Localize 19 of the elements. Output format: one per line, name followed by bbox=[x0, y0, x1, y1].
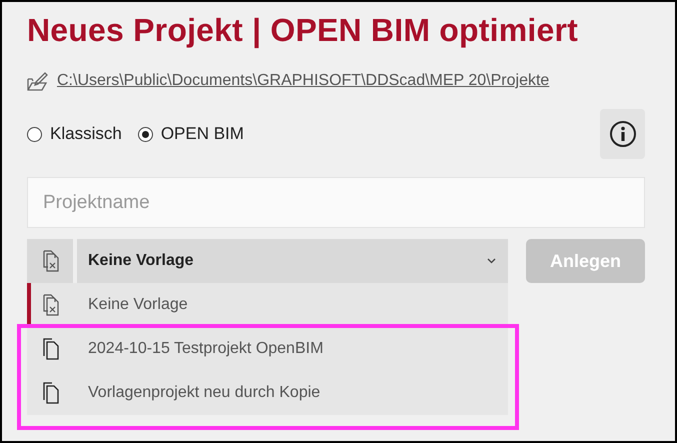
no-template-icon bbox=[41, 294, 59, 316]
mode-radio[interactable]: OPEN BIM bbox=[138, 124, 244, 144]
radio-button[interactable] bbox=[138, 126, 153, 142]
template-option[interactable]: Vorlagenprojekt neu durch Kopie bbox=[27, 371, 508, 415]
caret-icon bbox=[487, 258, 496, 264]
template-option[interactable]: Keine Vorlage bbox=[27, 283, 508, 327]
mode-radio[interactable]: Klassisch bbox=[27, 124, 122, 144]
template-option[interactable]: 2024-10-15 Testprojekt OpenBIM bbox=[27, 327, 508, 371]
radio-button[interactable] bbox=[27, 126, 42, 142]
info-icon bbox=[608, 120, 636, 148]
dialog-title: Neues Projekt | OPEN BIM optimiert bbox=[27, 12, 579, 49]
no-template-icon bbox=[41, 250, 59, 272]
documents-icon bbox=[41, 382, 59, 404]
info-button[interactable] bbox=[600, 109, 645, 159]
documents-icon bbox=[41, 338, 59, 360]
folder-edit-icon bbox=[27, 71, 49, 91]
template-dropdown[interactable]: Keine Vorlage bbox=[27, 239, 508, 283]
folder-path-link[interactable]: C:\Users\Public\Documents\GRAPHISOFT\DDScad\MEP 20\Projekte bbox=[57, 72, 550, 90]
project-name-field[interactable]: Projektname bbox=[27, 177, 645, 228]
